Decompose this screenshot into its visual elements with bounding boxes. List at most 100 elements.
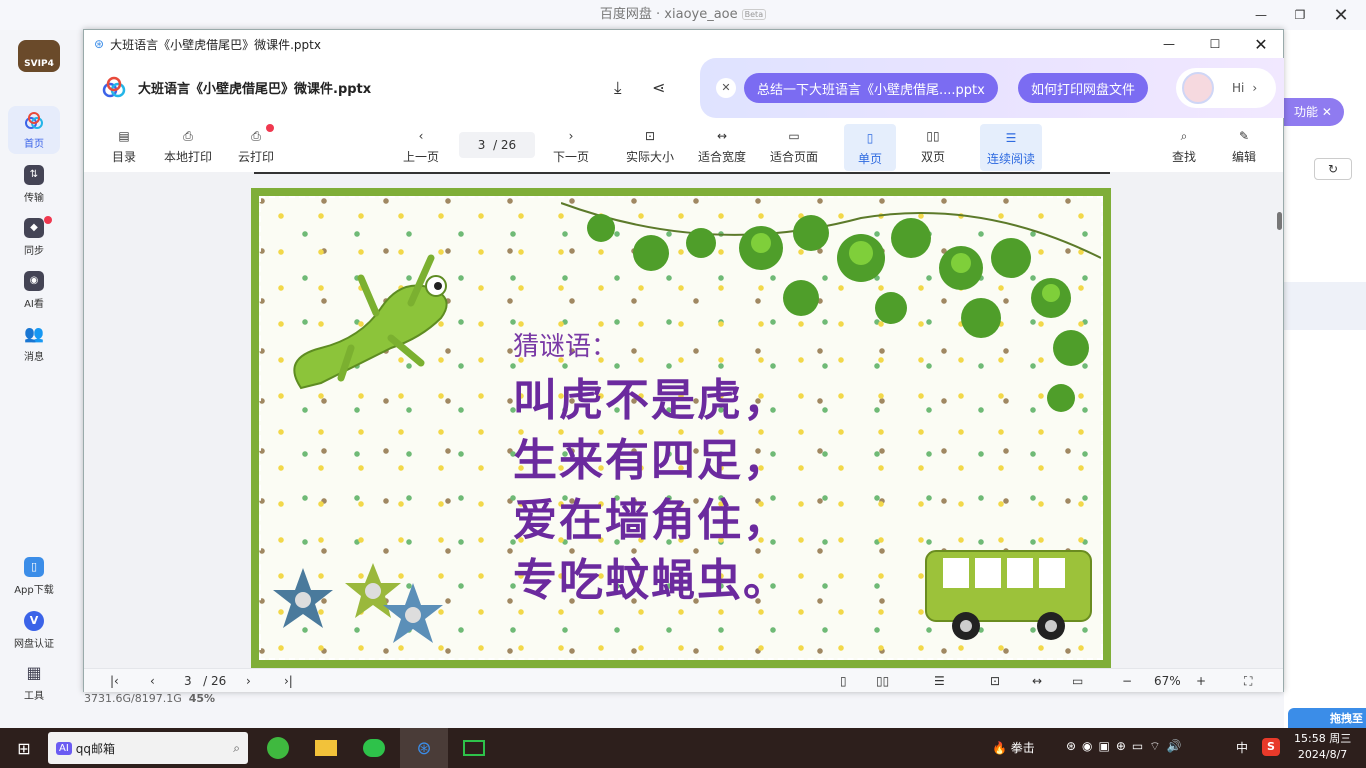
local-print-button[interactable]: ⎙ 本地打印	[158, 124, 218, 165]
start-button[interactable]: ⊞	[0, 728, 48, 768]
nav-sync[interactable]: ◆ 同步	[8, 213, 60, 261]
slide-content: 猜谜语： 叫虎不是虎， 生来有四足， 爱在墙角住， 专吃蚊蝇虫。	[259, 196, 1103, 660]
viewer-maximize-button[interactable]: ☐	[1192, 30, 1238, 58]
last-page-button[interactable]: ›|	[284, 673, 293, 689]
fit-width-small-button[interactable]: ↔	[1032, 673, 1042, 689]
fit-width-button[interactable]: ↔ 适合宽度	[692, 124, 752, 165]
continuous-read-button[interactable]: ☰ 连续阅读	[980, 124, 1042, 171]
minimize-icon: —	[1163, 37, 1175, 51]
user-icon: 👥	[24, 324, 44, 343]
next-page-button[interactable]: › 下一页	[541, 124, 601, 165]
grid-icon: ▦	[26, 663, 42, 682]
nav-transfer[interactable]: ⇅ 传输	[8, 160, 60, 208]
nav-app-download[interactable]: ▯ App下载	[8, 552, 60, 600]
windows-icon: ⊞	[17, 738, 31, 758]
sogou-icon[interactable]: S	[1262, 738, 1280, 756]
zoom-in-button[interactable]: +	[1196, 673, 1206, 689]
ai-panel-close-button[interactable]: ✕	[716, 78, 736, 98]
continuous-icon: ☰	[1005, 131, 1017, 145]
taskbar-app-baidu-netdisk[interactable]: ⊛	[400, 728, 448, 768]
viewer-toolbar: ▤ 目录 ⎙ 本地打印 ⎙ 云打印 ‹ 上一页 3 / 26 › 下一页 ⊡ 实际大小 ↔ 适…	[84, 120, 1283, 172]
tray-icons[interactable]: ⊛◉▣⊕▭⌔🔊	[1066, 739, 1187, 754]
prev-page-small-button[interactable]: ‹	[150, 673, 155, 689]
minus-icon: −	[1122, 674, 1133, 688]
drag-upload-hint[interactable]: 拖拽至	[1288, 708, 1366, 730]
single-page-small-button[interactable]: ▯	[840, 673, 847, 689]
cloud-printer-icon: ⎙	[251, 128, 261, 143]
viewer-minimize-button[interactable]: —	[1146, 30, 1192, 58]
zoom-out-button[interactable]: −	[1122, 673, 1132, 689]
maximize-icon: ☐	[1209, 37, 1221, 51]
catalog-button[interactable]: ▤ 目录	[94, 124, 154, 165]
sync-icon: ◆	[24, 217, 44, 238]
fullscreen-button[interactable]: ⛶	[1244, 673, 1252, 689]
download-button[interactable]: ⤓	[614, 78, 622, 98]
share-button[interactable]: ⋖	[652, 78, 665, 97]
folder-icon	[315, 740, 337, 756]
ai-suggestion-print[interactable]: 如何打印网盘文件	[1018, 73, 1149, 103]
actual-size-icon: ⊡	[644, 129, 656, 143]
fit-page-button[interactable]: ▭ 适合页面	[764, 124, 824, 165]
actual-size-icon: ⊡	[990, 674, 1001, 688]
avatar[interactable]: SVIP4	[18, 40, 60, 72]
catalog-icon: ▤	[118, 129, 130, 143]
cloud-icon: ⊛	[94, 37, 105, 51]
phone-icon: ▯	[24, 556, 44, 577]
refresh-button[interactable]: ↻	[1314, 158, 1352, 180]
taskbar-app-browser[interactable]	[254, 728, 302, 768]
document-viewer-window: ⊛ 大班语言《小壁虎借尾巴》微课件.pptx — ☐ ✕ 大班语言《小壁虎借尾巴…	[83, 29, 1284, 692]
single-page-button[interactable]: ▯ 单页	[844, 124, 896, 171]
close-icon: ✕	[1333, 4, 1349, 26]
riddle-line: 叫虎不是虎，	[513, 375, 789, 426]
minimize-icon: —	[1255, 8, 1267, 22]
actual-size-button[interactable]: ⊡ 实际大小	[620, 124, 680, 165]
background-window-title: 百度网盘 · xiaoye_aoe Beta	[0, 0, 1366, 30]
next-page-small-button[interactable]: ›	[246, 673, 251, 689]
riddle-line: 爱在墙角住，	[513, 495, 789, 546]
restore-button[interactable]: ❐	[1277, 0, 1323, 30]
nav-home[interactable]: 首页	[8, 106, 60, 154]
nav-ai[interactable]: ◉ AI看	[8, 266, 60, 314]
first-page-button[interactable]: |‹	[110, 673, 119, 689]
background-right-panel: 功能 ✕ ↻ 拖拽至	[1284, 30, 1366, 730]
nav-messages[interactable]: 👥 消息	[8, 319, 60, 367]
bottom-toolbar: |‹ ‹ 3 / 26 › ›| ▯ ▯▯ ☰ ⊡ ↔ ▭ − 67% + ⛶	[84, 668, 1283, 692]
nav-verify[interactable]: V 网盘认证	[8, 606, 60, 654]
fit-page-icon: ▭	[1072, 674, 1084, 688]
prev-page-button[interactable]: ‹ 上一页	[391, 124, 451, 165]
clock[interactable]: 15:58 周三 2024/8/7	[1294, 731, 1351, 763]
document-name: 大班语言《小壁虎借尾巴》微课件.pptx	[138, 82, 372, 97]
taskbar-app-explorer[interactable]	[302, 728, 350, 768]
restore-icon: ❐	[1294, 8, 1306, 22]
edit-button[interactable]: ✎ 编辑	[1214, 124, 1274, 165]
nav-tools[interactable]: ▦ 工具	[8, 658, 60, 706]
bottom-page-input[interactable]: 3 / 26	[184, 673, 226, 689]
pencil-icon: ✎	[1238, 129, 1250, 143]
viewer-close-button[interactable]: ✕	[1238, 30, 1284, 58]
find-button[interactable]: ⌕ 查找	[1154, 124, 1214, 165]
taskbar-app-wechat[interactable]	[350, 728, 398, 768]
ai-hi-button[interactable]: Hi ›	[1176, 68, 1276, 108]
ime-indicator[interactable]: 中	[1236, 739, 1248, 756]
feature-chip[interactable]: 功能 ✕	[1284, 98, 1344, 126]
cloud-print-button[interactable]: ⎙ 云打印	[226, 124, 286, 165]
ai-assistant-panel: ✕ 总结一下大班语言《小壁虎借尾....pptx 如何打印网盘文件 Hi ›	[700, 58, 1284, 118]
tray-boxing[interactable]: 🔥 拳击	[992, 739, 1035, 756]
ai-suggestion-summarize[interactable]: 总结一下大班语言《小壁虎借尾....pptx	[744, 73, 998, 103]
close-app-button[interactable]: ✕	[1318, 0, 1364, 30]
transfer-icon: ⇅	[24, 164, 44, 185]
fit-page-small-button[interactable]: ▭	[1072, 673, 1083, 689]
actual-size-small-button[interactable]: ⊡	[990, 673, 1000, 689]
chevron-left-icon: ‹	[150, 674, 155, 688]
vertical-scrollbar[interactable]	[1277, 212, 1282, 230]
page-number-input[interactable]: 3 / 26	[459, 132, 535, 158]
fit-width-icon: ↔	[716, 129, 728, 143]
taskbar-app-screen[interactable]	[450, 728, 498, 768]
taskbar-search[interactable]: AI qq邮箱 ⌕	[48, 732, 248, 764]
double-page-button[interactable]: ▯▯ 双页	[903, 124, 963, 165]
document-canvas[interactable]: 猜谜语： 叫虎不是虎， 生来有四足， 爱在墙角住， 专吃蚊蝇虫。	[84, 172, 1283, 668]
continuous-icon: ☰	[934, 674, 945, 688]
continuous-small-button[interactable]: ☰	[934, 673, 945, 689]
ai-icon: ◉	[24, 270, 44, 291]
double-page-small-button[interactable]: ▯▯	[876, 673, 889, 689]
